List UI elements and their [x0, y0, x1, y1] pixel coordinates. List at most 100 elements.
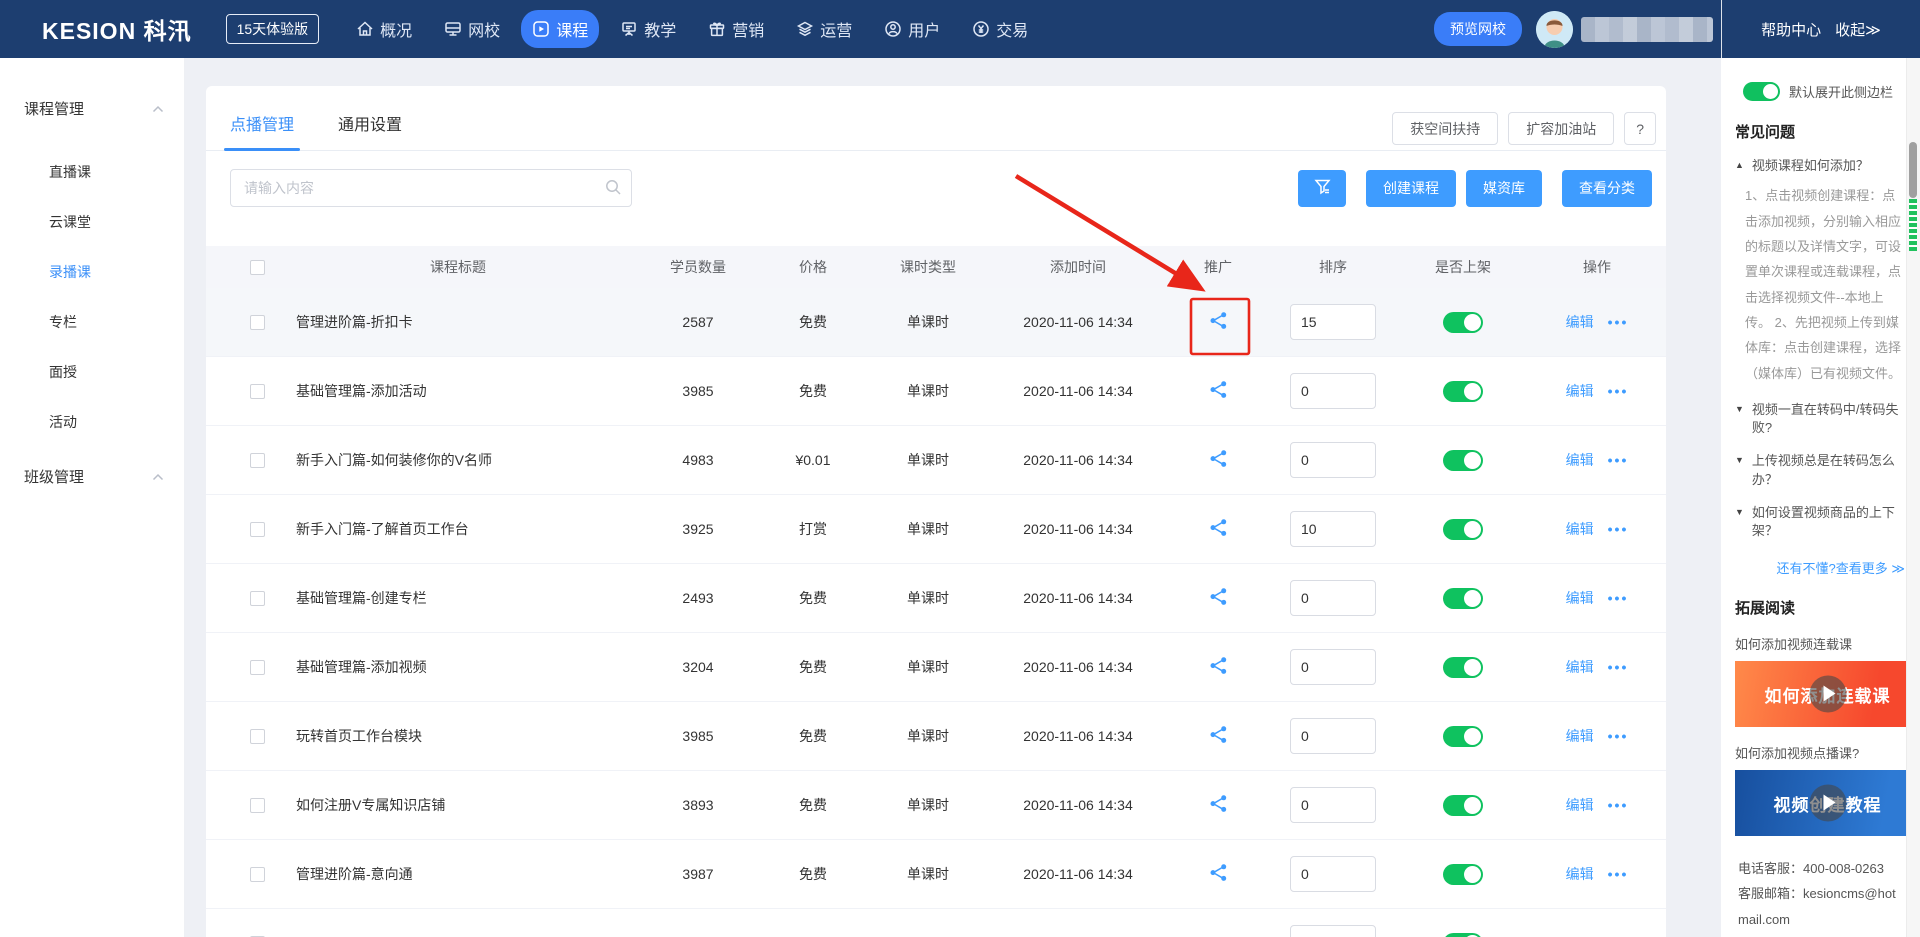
more-actions[interactable]: ••• — [1608, 590, 1629, 606]
publish-toggle[interactable] — [1443, 795, 1483, 816]
share-promote-icon[interactable] — [1209, 380, 1228, 399]
collapse-panel-link[interactable]: 收起≫ — [1835, 19, 1881, 40]
sort-input[interactable] — [1290, 787, 1376, 823]
help-center-link[interactable]: 帮助中心 — [1761, 19, 1821, 40]
row-checkbox[interactable] — [250, 315, 265, 330]
share-promote-icon[interactable] — [1209, 311, 1228, 330]
row-checkbox[interactable] — [250, 384, 265, 399]
publish-toggle[interactable] — [1443, 657, 1483, 678]
view-categories-button[interactable]: 查看分类 — [1562, 170, 1652, 207]
row-checkbox[interactable] — [250, 867, 265, 882]
more-actions[interactable]: ••• — [1608, 314, 1629, 330]
edit-link[interactable]: 编辑 — [1566, 590, 1594, 606]
row-checkbox[interactable] — [250, 729, 265, 744]
more-actions[interactable]: ••• — [1608, 383, 1629, 399]
tab-general-settings[interactable]: 通用设置 — [338, 111, 402, 150]
more-actions[interactable]: ••• — [1608, 659, 1629, 675]
nav-item-trade[interactable]: 交易 — [961, 10, 1039, 48]
row-checkbox[interactable] — [250, 798, 265, 813]
publish-toggle[interactable] — [1443, 381, 1483, 402]
expand-capacity-button[interactable]: 扩容加油站 — [1508, 112, 1614, 145]
publish-toggle[interactable] — [1443, 726, 1483, 747]
share-promote-icon[interactable] — [1209, 863, 1228, 882]
edit-link[interactable]: 编辑 — [1566, 452, 1594, 468]
sort-input[interactable] — [1290, 580, 1376, 616]
more-actions[interactable]: ••• — [1608, 728, 1629, 744]
share-promote-icon[interactable] — [1209, 794, 1228, 813]
sidebar-group-class-mgmt[interactable]: 班级管理 — [0, 451, 184, 501]
filter-button[interactable] — [1298, 170, 1346, 207]
video-banner-vod-tutorial[interactable]: 视频创建教程 — [1735, 770, 1920, 836]
row-checkbox[interactable] — [250, 591, 265, 606]
nav-item-course[interactable]: 课程 — [521, 10, 599, 48]
share-promote-icon[interactable] — [1209, 518, 1228, 537]
page-scrollbar-track[interactable] — [1906, 58, 1920, 937]
nav-item-teaching[interactable]: 教学 — [609, 10, 687, 48]
sort-input[interactable] — [1290, 649, 1376, 685]
sort-input[interactable] — [1290, 718, 1376, 754]
publish-toggle[interactable] — [1443, 519, 1483, 540]
row-checkbox[interactable] — [250, 453, 265, 468]
account-name-masked[interactable] — [1581, 17, 1713, 42]
sort-input[interactable] — [1290, 856, 1376, 892]
nav-item-users[interactable]: 用户 — [873, 10, 951, 48]
media-library-button[interactable]: 媒资库 — [1466, 170, 1542, 207]
nav-item-marketing[interactable]: 营销 — [697, 10, 775, 48]
edit-link[interactable]: 编辑 — [1566, 659, 1594, 675]
see-more-link[interactable]: 还有不懂?查看更多 ≫ — [1721, 558, 1905, 577]
help-button[interactable]: ? — [1624, 112, 1656, 145]
share-promote-icon[interactable] — [1209, 587, 1228, 606]
nav-item-overview[interactable]: 概况 — [345, 10, 423, 48]
tab-vod-management[interactable]: 点播管理 — [230, 111, 294, 150]
faq-item-expanded[interactable]: ▲ 视频课程如何添加？ — [1735, 157, 1906, 175]
kesion-logo: KESION 科汛 — [42, 12, 192, 46]
added-time: 2020-11-06 14:34 — [988, 797, 1168, 813]
publish-toggle[interactable] — [1443, 588, 1483, 609]
share-promote-icon[interactable] — [1209, 449, 1228, 468]
nav-item-operation[interactable]: 运营 — [785, 10, 863, 48]
create-course-button[interactable]: 创建课程 — [1366, 170, 1456, 207]
row-checkbox[interactable] — [250, 660, 265, 675]
sidebar-item-recorded-course[interactable]: 录播课 — [0, 247, 184, 297]
more-actions[interactable]: ••• — [1608, 521, 1629, 537]
edit-link[interactable]: 编辑 — [1566, 314, 1594, 330]
page-scrollbar-thumb[interactable] — [1909, 142, 1917, 198]
sort-input[interactable] — [1290, 373, 1376, 409]
space-support-button[interactable]: 获空间扶持 — [1392, 112, 1498, 145]
sort-input[interactable] — [1290, 304, 1376, 340]
edit-link[interactable]: 编辑 — [1566, 797, 1594, 813]
faq-item-shelf-setting[interactable]: ▼ 如何设置视频商品的上下架？ — [1735, 504, 1906, 540]
share-promote-icon[interactable] — [1209, 656, 1228, 675]
sort-input[interactable] — [1290, 511, 1376, 547]
share-promote-icon[interactable] — [1209, 725, 1228, 744]
faq-item-transcode-fail[interactable]: ▼ 视频一直在转码中/转码失败? — [1735, 401, 1906, 437]
sort-input[interactable] — [1290, 442, 1376, 478]
more-actions[interactable]: ••• — [1608, 452, 1629, 468]
publish-toggle[interactable] — [1443, 864, 1483, 885]
sidebar-item-live-course[interactable]: 直播课 — [0, 147, 184, 197]
edit-link[interactable]: 编辑 — [1566, 383, 1594, 399]
select-all-checkbox[interactable] — [250, 260, 265, 275]
edit-link[interactable]: 编辑 — [1566, 866, 1594, 882]
preview-school-button[interactable]: 预览网校 — [1434, 12, 1522, 46]
row-checkbox[interactable] — [250, 522, 265, 537]
faq-item-transcoding[interactable]: ▼ 上传视频总是在转码怎么办？ — [1735, 452, 1906, 488]
publish-toggle[interactable] — [1443, 933, 1483, 937]
sidebar-item-column[interactable]: 专栏 — [0, 297, 184, 347]
edit-link[interactable]: 编辑 — [1566, 521, 1594, 537]
publish-toggle[interactable] — [1443, 450, 1483, 471]
nav-item-school[interactable]: 网校 — [433, 10, 511, 48]
edit-link[interactable]: 编辑 — [1566, 728, 1594, 744]
sidebar-item-cloud-class[interactable]: 云课堂 — [0, 197, 184, 247]
search-input[interactable] — [230, 169, 632, 207]
more-actions[interactable]: ••• — [1608, 797, 1629, 813]
sidebar-item-offline[interactable]: 面授 — [0, 347, 184, 397]
video-banner-serial-course[interactable]: 如何添加连载课 — [1735, 661, 1920, 727]
sort-input[interactable] — [1290, 925, 1376, 937]
user-avatar[interactable] — [1536, 11, 1573, 48]
more-actions[interactable]: ••• — [1608, 866, 1629, 882]
sidebar-item-activity[interactable]: 活动 — [0, 397, 184, 447]
sidebar-group-course-mgmt[interactable]: 课程管理 — [0, 83, 184, 133]
pin-sidebar-toggle[interactable] — [1743, 82, 1780, 101]
publish-toggle[interactable] — [1443, 312, 1483, 333]
